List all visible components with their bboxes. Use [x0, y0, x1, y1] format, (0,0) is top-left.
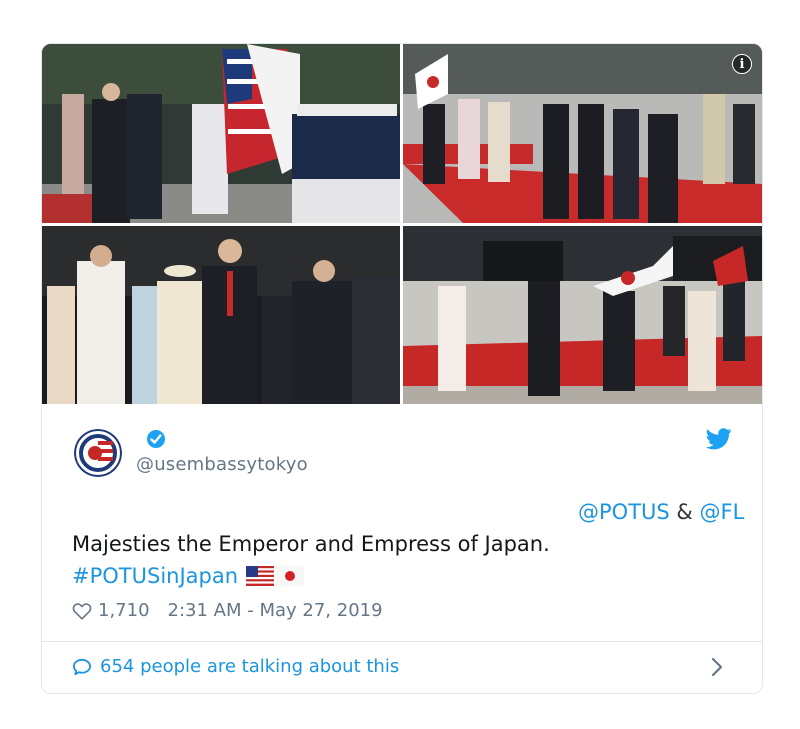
us-japan-seal-icon[interactable] [74, 429, 122, 477]
us-flag-icon [246, 566, 275, 586]
heart-icon[interactable] [72, 602, 92, 620]
chevron-right-icon[interactable] [710, 656, 724, 678]
talking-link[interactable]: 654 people are talking about this [72, 656, 399, 677]
mention-separator: & [676, 500, 693, 524]
info-icon[interactable]: i [732, 54, 752, 74]
mention-flotus[interactable]: @FL [700, 500, 745, 524]
hashtag-link[interactable]: #POTUSinJapan [72, 564, 238, 588]
tweet-text: Majesties the Emperor and Empress of Jap… [72, 532, 550, 556]
tweet-timestamp[interactable]: 2:31 AM - May 27, 2019 [168, 600, 383, 621]
like-count[interactable]: 1,710 [98, 600, 150, 621]
japan-flag-icon [276, 566, 305, 586]
tweet-photo-4[interactable] [403, 226, 762, 404]
mention-potus[interactable]: @POTUS [578, 500, 670, 524]
verified-badge-icon [147, 430, 165, 448]
tweet-photo-3[interactable] [42, 226, 400, 404]
tweet-mentions: @POTUS & @FL [578, 500, 744, 524]
tweet-meta: 1,710 2:31 AM - May 27, 2019 [72, 600, 383, 621]
talking-text: 654 people are talking about this [100, 656, 400, 677]
photo-grid: i [42, 44, 762, 404]
tweet-photo-1[interactable] [42, 44, 400, 223]
embedded-tweet-card[interactable]: i @usembassytokyo @POTUS & @FL Majesties… [41, 43, 763, 694]
divider [42, 641, 762, 642]
author-handle[interactable]: @usembassytokyo [136, 454, 308, 475]
tweet-photo-2[interactable]: i [403, 44, 762, 223]
hashtag-line: #POTUSinJapan [72, 564, 305, 588]
reply-bubble-icon [72, 658, 91, 675]
twitter-bird-icon[interactable] [706, 428, 732, 450]
